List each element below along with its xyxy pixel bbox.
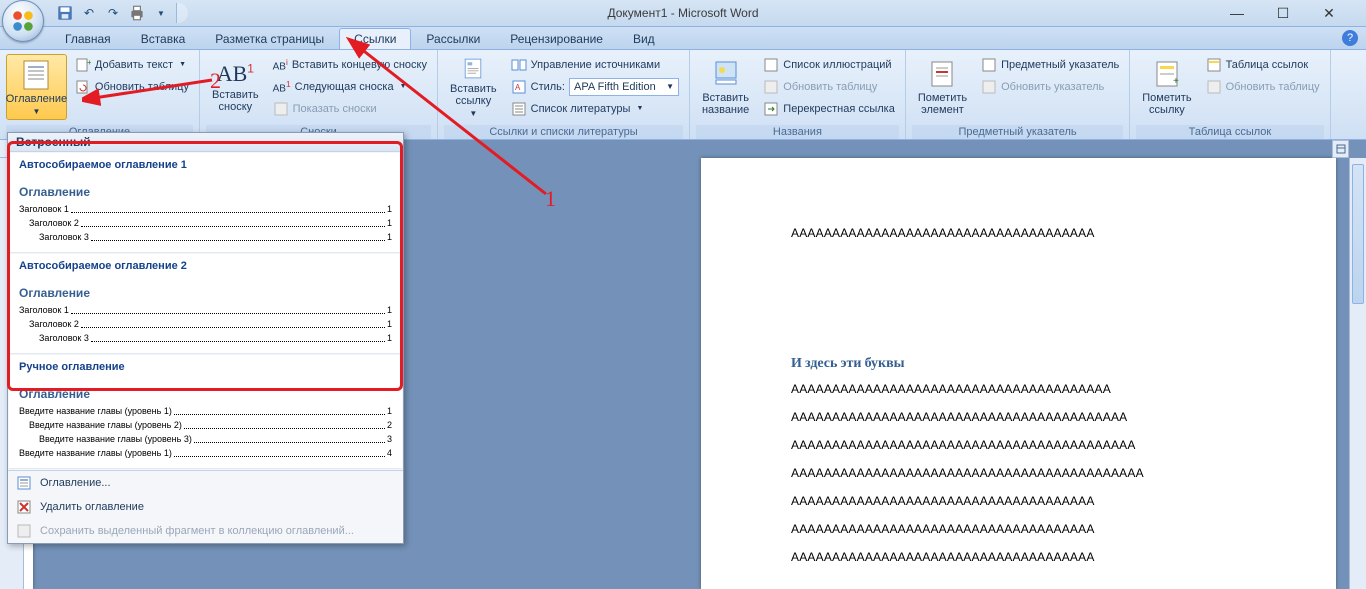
ruler-toggle-button[interactable] <box>1332 140 1349 158</box>
toc-preview-line: Заголовок 11 <box>19 303 392 317</box>
maximize-button[interactable]: ☐ <box>1274 5 1292 22</box>
qat-customize-icon[interactable]: ▼ <box>152 4 170 22</box>
annotation-arrow-2-icon <box>82 60 222 110</box>
update-figures-button: Обновить таблицу <box>759 76 899 97</box>
toc-button[interactable]: Оглавление ▼ <box>6 54 67 120</box>
group-caption-index: Предметный указатель <box>912 125 1123 139</box>
tab-mailings[interactable]: Рассылки <box>411 28 495 49</box>
toc-preview-line: Введите название главы (уровень 1)4 <box>19 446 392 460</box>
qat-save-icon[interactable] <box>56 4 74 22</box>
scrollbar-thumb[interactable] <box>1352 164 1364 304</box>
toc-preview-line: Заголовок 21 <box>19 317 392 331</box>
title-bar: ↶ ↷ ▼ Документ1 - Microsoft Word — ☐ ✕ <box>0 0 1366 27</box>
cross-reference-button[interactable]: Перекрестная ссылка <box>759 98 899 119</box>
bibliography-button[interactable]: Список литературы▼ <box>507 98 683 119</box>
page2-para: АААААААААААААААААААААААААААААААААААААААА… <box>791 410 1246 424</box>
page2-para: АААААААААААААААААААААААААААААААААААААААА… <box>791 466 1246 480</box>
group-caption-citations: Ссылки и списки литературы <box>444 125 683 139</box>
svg-text:+: + <box>1173 76 1179 87</box>
tab-home[interactable]: Главная <box>50 28 126 49</box>
mark-entry-button[interactable]: Пометить элемент <box>912 54 973 120</box>
toc-preview-line: Заголовок 21 <box>19 216 392 230</box>
gallery-item-title: Ручное оглавление <box>19 361 392 373</box>
toc-preview-line: Заголовок 31 <box>19 230 392 244</box>
toc-preview-title: Оглавление <box>19 185 392 199</box>
page2-para: АААААААААААААААААААААААААААААААААААААААА… <box>791 438 1246 452</box>
gallery-item-title: Автособираемое оглавление 2 <box>19 260 392 272</box>
vertical-scrollbar[interactable] <box>1349 158 1366 589</box>
qat-print-icon[interactable] <box>128 4 146 22</box>
gallery-item-title: Автособираемое оглавление 1 <box>19 159 392 171</box>
gallery-cmd-save: Сохранить выделенный фрагмент в коллекци… <box>8 519 403 543</box>
page2-heading: И здесь эти буквы <box>791 354 1246 372</box>
citation-style: AСтиль: APA Fifth Edition▼ <box>507 76 683 97</box>
page2-para: ААААААААААААААААААААААААААААААААААААА <box>791 550 1246 564</box>
office-button[interactable] <box>2 0 44 42</box>
toc-preview-line: Заголовок 11 <box>19 202 392 216</box>
insert-endnote-button[interactable]: ABiВставить концевую сноску <box>269 54 431 75</box>
toc-preview-title: Оглавление <box>19 286 392 300</box>
toc-preview-title: Оглавление <box>19 387 392 401</box>
group-caption-toa: Таблица ссылок <box>1136 125 1323 139</box>
qat-end <box>176 3 188 23</box>
gallery-header: Встроенный <box>8 133 403 152</box>
window-title: Документ1 - Microsoft Word <box>607 6 758 20</box>
tab-view[interactable]: Вид <box>618 28 670 49</box>
update-index-button: Обновить указатель <box>977 76 1123 97</box>
help-icon[interactable]: ? <box>1342 30 1358 46</box>
qat-undo-icon[interactable]: ↶ <box>80 4 98 22</box>
chevron-down-icon: ▼ <box>33 107 41 116</box>
group-citations: Вставить ссылку ▼ Управление источниками… <box>438 50 690 139</box>
group-toa: + Пометить ссылку Таблица ссылок Обновит… <box>1130 50 1330 139</box>
gallery-cmd-insert[interactable]: Оглавление... <box>8 471 403 495</box>
annotation-label-2: 2 <box>210 68 221 94</box>
close-button[interactable]: ✕ <box>1320 5 1338 22</box>
group-caption-captions: Названия <box>696 125 899 139</box>
show-footnotes-button: Показать сноски <box>269 98 431 119</box>
group-captions: Вставить название Список иллюстраций Обн… <box>690 50 906 139</box>
toc-button-label: Оглавление <box>6 93 67 105</box>
minimize-button[interactable]: — <box>1228 5 1246 22</box>
annotation-label-1: 1 <box>545 186 556 212</box>
insert-toa-button[interactable]: Таблица ссылок <box>1202 54 1324 75</box>
insert-caption-button[interactable]: Вставить название <box>696 54 755 120</box>
qat-redo-icon[interactable]: ↷ <box>104 4 122 22</box>
toc-gallery-item[interactable]: Ручное оглавление Оглавление Введите назва… <box>9 355 402 469</box>
page2-para: ААААААААААААААААААААААААААААААААААААА <box>791 522 1246 536</box>
page2-para: ААААААААААААААААААААААААААААААААААААА <box>791 494 1246 508</box>
tab-review[interactable]: Рецензирование <box>495 28 618 49</box>
page2-para: ААААААААААААААААААААААААААААААААААААААА <box>791 382 1246 396</box>
toc-preview-line: Введите название главы (уровень 3)3 <box>19 432 392 446</box>
tab-references[interactable]: Ссылки <box>339 28 411 49</box>
toc-preview-line: Введите название главы (уровень 2)2 <box>19 418 392 432</box>
toc-gallery: Встроенный Автособираемое оглавление 1 Ог… <box>7 132 404 544</box>
insert-index-button[interactable]: Предметный указатель <box>977 54 1123 75</box>
mark-citation-button[interactable]: + Пометить ссылку <box>1136 54 1197 120</box>
update-toa-button: Обновить таблицу <box>1202 76 1324 97</box>
group-footnotes: AB1 Вставить сноску ABiВставить концевую… <box>200 50 438 139</box>
group-index: Пометить элемент Предметный указатель Об… <box>906 50 1130 139</box>
toc-preview-line: Введите название главы (уровень 1)1 <box>19 404 392 418</box>
ribbon-tabstrip: Главная Вставка Разметка страницы Ссылки… <box>0 27 1366 50</box>
list-of-figures-button[interactable]: Список иллюстраций <box>759 54 899 75</box>
document-page-2[interactable]: ААААААААААААААААААААААААААААААААААААА И … <box>701 158 1336 589</box>
tab-insert[interactable]: Вставка <box>126 28 201 49</box>
tab-pagelayout[interactable]: Разметка страницы <box>200 28 339 49</box>
manage-sources-button[interactable]: Управление источниками <box>507 54 683 75</box>
gallery-cmd-remove[interactable]: Удалить оглавление <box>8 495 403 519</box>
toc-gallery-item[interactable]: Автособираемое оглавление 1 Оглавление Заг… <box>9 153 402 253</box>
citation-style-select[interactable]: APA Fifth Edition▼ <box>569 78 679 96</box>
insert-citation-button[interactable]: Вставить ссылку ▼ <box>444 54 503 120</box>
svg-text:A: A <box>515 83 521 92</box>
page2-para: ААААААААААААААААААААААААААААААААААААА <box>791 226 1246 240</box>
quick-access-toolbar: ↶ ↷ ▼ <box>50 0 194 26</box>
toc-gallery-item[interactable]: Автособираемое оглавление 2 Оглавление Заг… <box>9 254 402 354</box>
toc-preview-line: Заголовок 31 <box>19 331 392 345</box>
next-footnote-button[interactable]: AB1Следующая сноска▼ <box>269 76 431 97</box>
